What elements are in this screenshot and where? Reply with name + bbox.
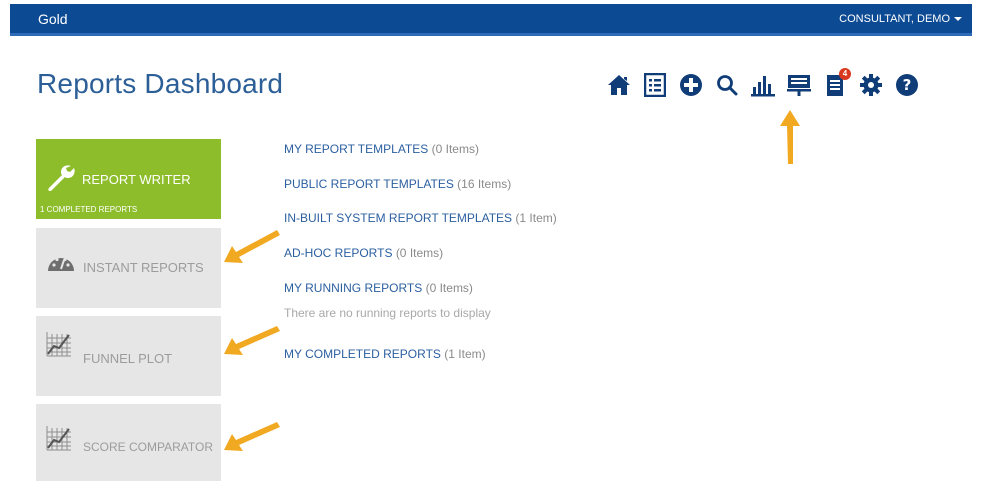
link-public-report-templates[interactable]: PUBLIC REPORT TEMPLATES (16 Items)	[284, 177, 511, 191]
item-count: (16 Items)	[457, 177, 512, 191]
dashboard-gauge-icon	[48, 257, 74, 271]
user-name: CONSULTANT, DEMO	[839, 13, 950, 25]
link-label[interactable]: IN-BUILT SYSTEM REPORT TEMPLATES	[284, 211, 512, 225]
user-menu[interactable]: CONSULTANT, DEMO	[839, 13, 962, 25]
arrow-left-icon	[224, 230, 280, 263]
item-count: (0 Items)	[395, 246, 444, 260]
home-icon[interactable]	[606, 71, 632, 99]
presentation-icon[interactable]	[786, 71, 812, 99]
instant-reports-label: INSTANT REPORTS	[83, 260, 204, 275]
funnel-plot-tile[interactable]: FUNNEL PLOT	[36, 316, 221, 396]
notes-icon[interactable]: 4	[822, 68, 851, 99]
running-reports-empty-message: There are no running reports to display	[284, 306, 491, 320]
report-writer-label: REPORT WRITER	[82, 172, 191, 187]
settings-icon[interactable]	[858, 71, 884, 99]
search-icon[interactable]	[714, 71, 740, 99]
wrench-icon	[48, 165, 75, 191]
notification-badge: 4	[839, 68, 851, 80]
funnel-plot-label: FUNNEL PLOT	[83, 351, 173, 366]
page-title: Reports Dashboard	[37, 68, 284, 99]
link-label[interactable]: MY REPORT TEMPLATES	[284, 142, 428, 156]
link-label[interactable]: PUBLIC REPORT TEMPLATES	[284, 177, 454, 191]
link-label[interactable]: MY COMPLETED REPORTS	[284, 347, 441, 361]
toolbar: 4 ?	[606, 67, 920, 103]
bar-chart-icon[interactable]	[750, 71, 776, 99]
item-count: (0 Items)	[431, 142, 479, 156]
caret-down-icon	[954, 17, 962, 22]
svg-text:?: ?	[903, 76, 912, 94]
link-my-report-templates[interactable]: MY REPORT TEMPLATES (0 Items)	[284, 142, 479, 156]
report-writer-tile[interactable]: REPORT WRITER 1 COMPLETED REPORTS	[36, 139, 221, 219]
link-my-completed-reports[interactable]: MY COMPLETED REPORTS (1 Item)	[284, 347, 486, 361]
link-ad-hoc-reports[interactable]: AD-HOC REPORTS (0 Items)	[284, 246, 443, 260]
link-label[interactable]: AD-HOC REPORTS	[284, 246, 392, 260]
top-navbar: Gold CONSULTANT, DEMO	[10, 4, 972, 36]
instant-reports-tile[interactable]: INSTANT REPORTS	[36, 228, 221, 308]
item-count: (0 Items)	[425, 281, 473, 295]
plot-chart-icon	[46, 332, 71, 357]
completed-reports-count: 1 COMPLETED REPORTS	[40, 205, 138, 214]
link-in-built-system-report-templates[interactable]: IN-BUILT SYSTEM REPORT TEMPLATES (1 Item…	[284, 211, 557, 225]
help-icon[interactable]: ?	[894, 71, 920, 99]
link-label[interactable]: MY RUNNING REPORTS	[284, 281, 422, 295]
arrow-left-icon	[224, 422, 280, 451]
link-my-running-reports[interactable]: MY RUNNING REPORTS (0 Items)	[284, 281, 473, 295]
item-count: (1 Item)	[444, 347, 486, 361]
item-count: (1 Item)	[515, 211, 557, 225]
score-comparator-label: SCORE COMPARATOR	[83, 440, 214, 454]
brand-label[interactable]: Gold	[38, 11, 68, 27]
arrow-up-icon	[780, 110, 800, 164]
plot-chart-icon	[46, 426, 71, 451]
list-icon[interactable]	[642, 71, 668, 99]
score-comparator-tile[interactable]: SCORE COMPARATOR	[36, 404, 221, 481]
arrow-left-icon	[224, 326, 280, 355]
add-icon[interactable]	[678, 71, 704, 99]
